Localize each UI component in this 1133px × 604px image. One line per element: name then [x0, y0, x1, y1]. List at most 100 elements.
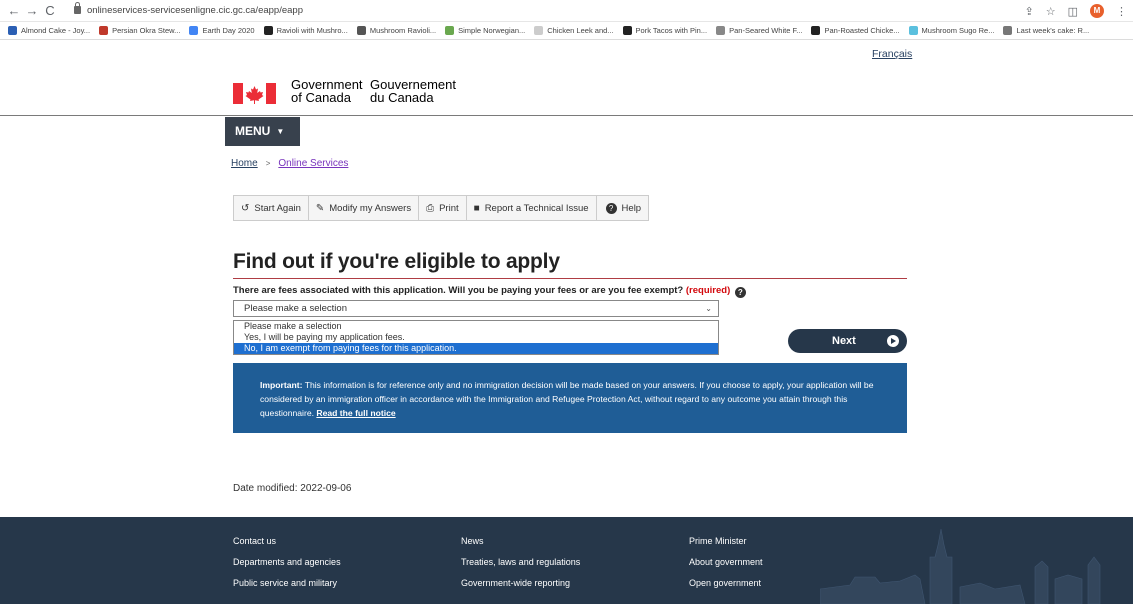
chevron-down-icon: ⌄ [705, 304, 712, 313]
lock-icon [74, 2, 81, 14]
read-full-notice-link[interactable]: Read the full notice [316, 408, 395, 418]
select-option[interactable]: No, I am exempt from paying fees for thi… [234, 343, 718, 354]
sidebar-icon[interactable]: ◫ [1068, 5, 1078, 18]
bookmark-item[interactable]: Chicken Leek and... [534, 26, 614, 35]
browser-toolbar: ← → C onlineservices-servicesenligne.cic… [0, 0, 1133, 22]
breadcrumb-online-services[interactable]: Online Services [278, 158, 348, 169]
print-button[interactable]: ⎙ Print [418, 195, 467, 221]
fee-exempt-select[interactable]: Please make a selection ⌄ [233, 300, 719, 317]
bookmark-item[interactable]: Pan-Roasted Chicke... [811, 26, 900, 35]
bookmark-item[interactable]: Almond Cake - Joy... [8, 26, 90, 35]
bookmark-item[interactable]: Earth Day 2020 [189, 26, 255, 35]
modify-answers-label: Modify my Answers [329, 202, 412, 214]
parliament-skyline-icon [820, 528, 1101, 604]
select-option[interactable]: Please make a selection [234, 321, 718, 332]
fee-question-label: There are fees associated with this appl… [233, 285, 746, 298]
bookmark-item[interactable]: Pork Tacos with Pin... [622, 26, 708, 35]
questionnaire-toolbar: ↺ Start Again ✎ Modify my Answers ⎙ Print ■… [233, 195, 650, 221]
refresh-icon: ↺ [241, 202, 250, 214]
profile-avatar[interactable]: M [1090, 4, 1104, 18]
page-title: Find out if you're eligible to apply [233, 250, 560, 273]
back-arrow-icon[interactable]: ← [6, 3, 22, 19]
address-bar[interactable]: onlineservices-servicesenligne.cic.gc.ca… [74, 2, 1014, 19]
more-menu-icon[interactable]: ⋮ [1116, 5, 1127, 18]
next-button[interactable]: Next [788, 329, 907, 353]
bookmark-label: Pork Tacos with Pin... [635, 26, 708, 35]
bookmark-label: Mushroom Sugo Re... [921, 26, 995, 35]
menu-label: MENU [235, 124, 271, 138]
bookmark-item[interactable]: Mushroom Ravioli... [356, 26, 437, 35]
start-again-button[interactable]: ↺ Start Again [233, 195, 309, 221]
footer-link-prime-minister[interactable]: Prime Minister [689, 536, 747, 546]
share-icon[interactable]: ⇪ [1025, 5, 1034, 18]
footer-link-news[interactable]: News [461, 536, 484, 546]
required-marker: (required) [685, 285, 731, 296]
bookmark-favicon-icon [1003, 26, 1013, 35]
select-option[interactable]: Yes, I will be paying my application fee… [234, 332, 718, 343]
bookmark-label: Almond Cake - Joy... [21, 26, 91, 35]
question-circle-icon[interactable]: ? [734, 287, 746, 298]
bookmark-item[interactable]: Mushroom Sugo Re... [908, 26, 995, 35]
bookmark-label: Ravioli with Mushro... [276, 26, 348, 35]
bookmark-item[interactable]: Last week's cake: R... [1003, 26, 1089, 35]
bookmark-favicon-icon [908, 26, 918, 35]
chevron-down-icon: ▼ [276, 127, 285, 136]
footer-link-treaties[interactable]: Treaties, laws and regulations [461, 557, 580, 567]
breadcrumb-separator-icon: > [265, 159, 271, 168]
next-label: Next [832, 335, 856, 347]
footer-link-about-government[interactable]: About government [689, 557, 763, 567]
footer-link-departments[interactable]: Departments and agencies [233, 557, 341, 567]
bookmark-favicon-icon [811, 26, 821, 35]
gov-wordmark-fr: Gouvernement du Canada [370, 78, 456, 104]
modify-answers-button[interactable]: ✎ Modify my Answers [307, 195, 420, 221]
bookmark-label: Last week's cake: R... [1016, 26, 1090, 35]
bookmark-favicon-icon [534, 26, 544, 35]
bookmark-label: Earth Day 2020 [202, 26, 255, 35]
bookmark-label: Chicken Leek and... [547, 26, 614, 35]
bookmark-item[interactable]: Persian Okra Stew... [99, 26, 180, 35]
bookmark-favicon-icon [622, 26, 632, 35]
bookmark-label: Mushroom Ravioli... [369, 26, 437, 35]
bookmark-favicon-icon [8, 26, 17, 35]
footer-link-reporting[interactable]: Government-wide reporting [461, 578, 570, 588]
question-circle-icon: ? [605, 202, 617, 214]
star-icon[interactable]: ☆ [1046, 5, 1056, 18]
bookmarks-bar: Almond Cake - Joy... Persian Okra Stew...… [0, 22, 1133, 40]
bookmark-label: Pan-Seared White F... [729, 26, 803, 35]
comment-icon: ■ [473, 202, 480, 214]
bookmark-favicon-icon [356, 26, 366, 35]
language-toggle-link[interactable]: Français [872, 48, 912, 60]
footer-link-contact[interactable]: Contact us [233, 536, 276, 546]
menu-button[interactable]: MENU ▼ [225, 117, 300, 146]
printer-icon: ⎙ [426, 202, 435, 214]
bookmark-favicon-icon [99, 26, 109, 35]
print-label: Print [439, 202, 459, 214]
report-issue-button[interactable]: ■ Report a Technical Issue [465, 195, 597, 221]
footer-link-open-government[interactable]: Open government [689, 578, 761, 588]
gov-fr-line2: du Canada [370, 90, 434, 105]
bookmark-item[interactable]: Simple Norwegian... [445, 26, 525, 35]
question-text: There are fees associated with this appl… [233, 285, 684, 296]
header-divider [0, 115, 1133, 116]
help-button[interactable]: ? Help [595, 195, 650, 221]
bookmark-label: Persian Okra Stew... [112, 26, 181, 35]
title-divider [233, 278, 907, 279]
report-issue-label: Report a Technical Issue [484, 202, 589, 214]
bookmark-favicon-icon [716, 26, 726, 35]
fee-exempt-options-list: Please make a selection Yes, I will be pa… [233, 320, 719, 355]
reload-icon[interactable]: C [42, 3, 58, 19]
start-again-label: Start Again [254, 202, 301, 214]
footer-link-public-service[interactable]: Public service and military [233, 578, 337, 588]
play-circle-icon [887, 335, 899, 347]
pencil-icon: ✎ [315, 202, 325, 214]
gov-wordmark-en: Government of Canada [291, 78, 363, 104]
bookmark-item[interactable]: Ravioli with Mushro... [263, 26, 348, 35]
forward-arrow-icon[interactable]: → [24, 3, 40, 19]
bookmark-label: Simple Norwegian... [458, 26, 526, 35]
breadcrumb-home[interactable]: Home [231, 158, 258, 169]
bookmark-favicon-icon [189, 26, 199, 35]
bookmark-item[interactable]: Pan-Seared White F... [716, 26, 802, 35]
url-text: onlineservices-servicesenligne.cic.gc.ca… [87, 5, 303, 16]
canada-flag-icon [233, 83, 276, 104]
important-notice: Important: This information is for refer… [233, 363, 907, 433]
